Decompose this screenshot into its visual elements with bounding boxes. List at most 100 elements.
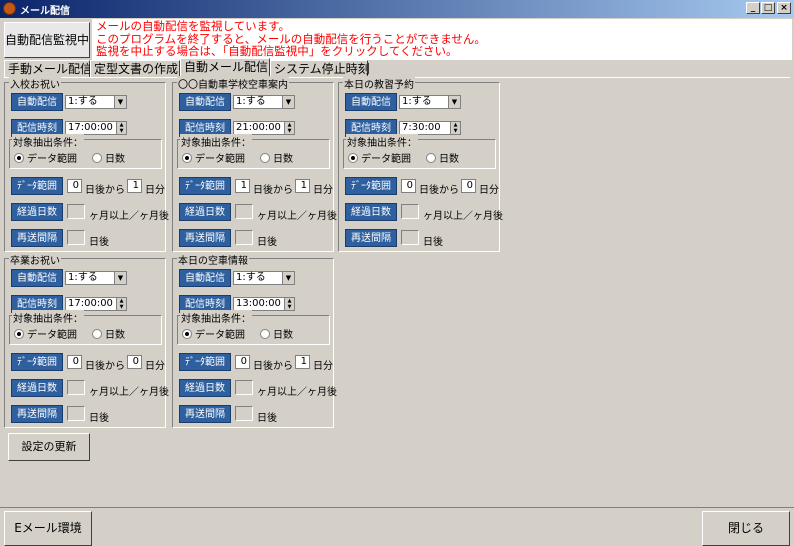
mail-group: 卒業お祝い 自動配信 1:する ▼ 配信時刻 17:00:00 ▲ ▼ 対象抽出条件：…	[4, 252, 169, 428]
resend-interval-button[interactable]: 再送間隔	[345, 229, 397, 247]
radio-label: 日数	[439, 154, 459, 165]
elapsed-input[interactable]	[67, 204, 85, 219]
send-time-value: 7:30:00	[402, 122, 441, 133]
radio-days[interactable]: 日数	[260, 326, 293, 341]
resend-label: 日後	[257, 413, 277, 424]
elapsed-input[interactable]	[235, 204, 253, 219]
auto-send-select[interactable]: 1:する ▼	[233, 95, 295, 109]
window-title: メール配信	[20, 6, 70, 17]
radio-dot-icon	[426, 153, 436, 163]
email-settings-button[interactable]: Eメール環境	[4, 511, 92, 546]
elapsed-input[interactable]	[401, 204, 419, 219]
resend-interval-button[interactable]: 再送間隔	[11, 229, 63, 247]
spinner-icon[interactable]: ▲ ▼	[116, 298, 126, 310]
tab-template[interactable]: 定型文書の作成	[90, 60, 180, 78]
auto-send-button[interactable]: 自動配信	[179, 93, 231, 111]
radio-days[interactable]: 日数	[92, 150, 125, 165]
dropdown-arrow-icon[interactable]: ▼	[114, 272, 126, 284]
auto-send-select[interactable]: 1:する ▼	[65, 271, 127, 285]
auto-send-button[interactable]: 自動配信	[345, 93, 397, 111]
elapsed-days-button[interactable]: 経過日数	[179, 379, 231, 397]
elapsed-days-button[interactable]: 経過日数	[179, 203, 231, 221]
extract-condition: 対象抽出条件： データ範囲 日数	[9, 310, 162, 345]
auto-send-button[interactable]: 自動配信	[11, 269, 63, 287]
radio-days[interactable]: 日数	[426, 150, 459, 165]
resend-input[interactable]	[67, 406, 85, 421]
radio-data-range[interactable]: データ範囲	[14, 150, 77, 165]
elapsed-label: ヶ月以上／ヶ月後	[257, 387, 337, 398]
resend-input[interactable]	[235, 230, 253, 245]
message-line: メールの自動配信を監視しています。	[96, 19, 291, 33]
update-settings-button[interactable]: 設定の更新	[8, 433, 90, 461]
resend-interval-button[interactable]: 再送間隔	[179, 229, 231, 247]
range-to-input[interactable]: 1	[295, 179, 310, 193]
send-time-input[interactable]: 13:00:00 ▲ ▼	[233, 297, 295, 311]
range-from-input[interactable]: 1	[235, 179, 250, 193]
range-to-input[interactable]: 1	[127, 179, 142, 193]
condition-label: 対象抽出条件：	[180, 134, 252, 149]
resend-interval-button[interactable]: 再送間隔	[11, 405, 63, 423]
auto-send-select[interactable]: 1:する ▼	[65, 95, 127, 109]
data-range-button[interactable]: ﾃﾞｰﾀ範囲	[11, 177, 63, 195]
elapsed-input[interactable]	[235, 380, 253, 395]
radio-data-range[interactable]: データ範囲	[182, 150, 245, 165]
group-title: 〇〇自動車学校空車案内	[177, 76, 289, 91]
radio-days[interactable]: 日数	[260, 150, 293, 165]
auto-send-button[interactable]: 自動配信	[11, 93, 63, 111]
range-to-input[interactable]: 1	[295, 355, 310, 369]
extract-condition: 対象抽出条件： データ範囲 日数	[343, 134, 496, 169]
send-time-input[interactable]: 7:30:00 ▲ ▼	[399, 121, 461, 135]
spinner-icon[interactable]: ▲ ▼	[450, 122, 460, 134]
dropdown-arrow-icon[interactable]: ▼	[282, 96, 294, 108]
auto-send-value: 1:する	[68, 272, 98, 283]
radio-data-range[interactable]: データ範囲	[14, 326, 77, 341]
resend-input[interactable]	[235, 406, 253, 421]
close-icon[interactable]: ×	[777, 2, 791, 14]
radio-days[interactable]: 日数	[92, 326, 125, 341]
range-from-input[interactable]: 0	[67, 179, 82, 193]
resend-interval-button[interactable]: 再送間隔	[179, 405, 231, 423]
range-from-label: 日後から	[85, 185, 125, 196]
dropdown-arrow-icon[interactable]: ▼	[282, 272, 294, 284]
radio-dot-icon	[92, 153, 102, 163]
range-from-input[interactable]: 0	[401, 179, 416, 193]
auto-send-button[interactable]: 自動配信	[179, 269, 231, 287]
data-range-button[interactable]: ﾃﾞｰﾀ範囲	[179, 353, 231, 371]
maximize-icon[interactable]: □	[761, 2, 775, 14]
status-message: メールの自動配信を監視しています。 このプログラムを終了すると、メールの自動配信…	[92, 19, 792, 60]
elapsed-input[interactable]	[67, 380, 85, 395]
auto-send-select[interactable]: 1:する ▼	[399, 95, 461, 109]
radio-label: データ範囲	[361, 154, 411, 165]
range-from-input[interactable]: 0	[235, 355, 250, 369]
mail-group: 〇〇自動車学校空車案内 自動配信 1:する ▼ 配信時刻 21:00:00 ▲ ▼ 対…	[172, 76, 337, 252]
elapsed-days-button[interactable]: 経過日数	[345, 203, 397, 221]
send-time-input[interactable]: 21:00:00 ▲ ▼	[233, 121, 295, 135]
minimize-icon[interactable]: _	[746, 2, 760, 14]
radio-data-range[interactable]: データ範囲	[348, 150, 411, 165]
elapsed-days-button[interactable]: 経過日数	[11, 379, 63, 397]
resend-input[interactable]	[67, 230, 85, 245]
data-range-button[interactable]: ﾃﾞｰﾀ範囲	[345, 177, 397, 195]
spinner-icon[interactable]: ▲ ▼	[284, 122, 294, 134]
range-to-input[interactable]: 0	[127, 355, 142, 369]
dropdown-arrow-icon[interactable]: ▼	[448, 96, 460, 108]
send-time-input[interactable]: 17:00:00 ▲ ▼	[65, 297, 127, 311]
monitor-toggle-button[interactable]: 自動配信監視中	[4, 22, 90, 58]
range-to-input[interactable]: 0	[461, 179, 476, 193]
spinner-icon[interactable]: ▲ ▼	[284, 298, 294, 310]
tab-auto-mail[interactable]: 自動メール配信	[180, 58, 270, 78]
resend-label: 日後	[257, 237, 277, 248]
radio-data-range[interactable]: データ範囲	[182, 326, 245, 341]
data-range-button[interactable]: ﾃﾞｰﾀ範囲	[11, 353, 63, 371]
resend-input[interactable]	[401, 230, 419, 245]
send-time-input[interactable]: 17:00:00 ▲ ▼	[65, 121, 127, 135]
data-range-button[interactable]: ﾃﾞｰﾀ範囲	[179, 177, 231, 195]
send-time-value: 17:00:00	[68, 298, 113, 309]
spinner-icon[interactable]: ▲ ▼	[116, 122, 126, 134]
radio-label: データ範囲	[195, 154, 245, 165]
range-from-input[interactable]: 0	[67, 355, 82, 369]
dropdown-arrow-icon[interactable]: ▼	[114, 96, 126, 108]
elapsed-days-button[interactable]: 経過日数	[11, 203, 63, 221]
auto-send-select[interactable]: 1:する ▼	[233, 271, 295, 285]
close-button[interactable]: 閉じる	[702, 511, 790, 546]
